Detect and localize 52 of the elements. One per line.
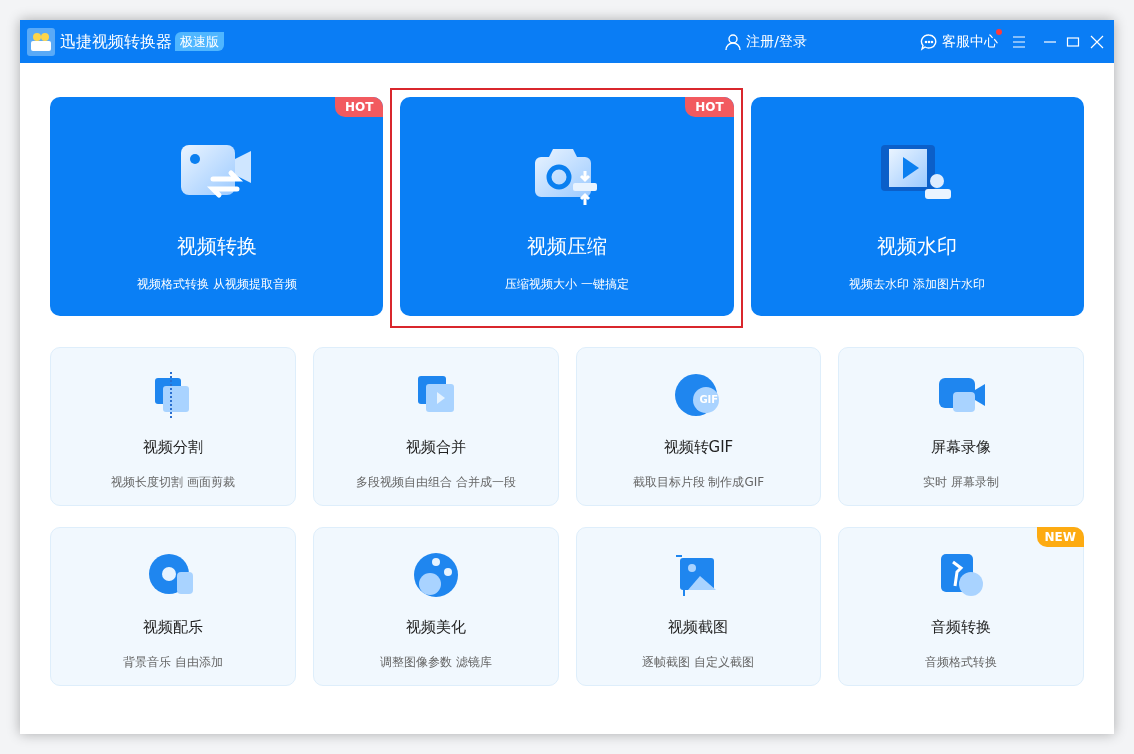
app-logo-icon (27, 27, 55, 56)
card-title: 视频合并 (405, 437, 466, 458)
tool-card[interactable]: GIF 视频转GIF 截取目标片段 制作成GIF (575, 347, 822, 506)
login-button[interactable]: 注册/登录 (724, 31, 807, 52)
card-subtitle: 视频格式转换 从视频提取音频 (136, 276, 297, 293)
feature-card[interactable]: 视频水印 视频去水印 添加图片水印 (750, 97, 1084, 316)
card-subtitle: 实时 屏幕录制 (923, 473, 1000, 491)
tool-card[interactable]: NEW 音频转换 音频格式转换 (838, 527, 1084, 686)
new-badge: NEW (1036, 527, 1084, 547)
tool-card[interactable]: 视频美化 调整图像参数 滤镜库 (312, 527, 559, 686)
tool-card[interactable]: 视频分割 视频长度切割 画面剪裁 (50, 347, 296, 506)
menu-icon (1012, 34, 1026, 49)
user-icon (724, 32, 743, 51)
feature-card[interactable]: HOT 视频压缩 压缩视频大小 一键搞定 (400, 97, 734, 316)
card-subtitle: 视频去水印 添加图片水印 (849, 276, 986, 293)
maximize-icon (1066, 34, 1080, 49)
tool-card[interactable]: 视频配乐 背景音乐 自由添加 (50, 527, 296, 686)
app-title: 迅捷视频转换器 (60, 30, 172, 53)
card-subtitle: 音频格式转换 (925, 653, 998, 671)
card-title: 视频水印 (877, 233, 958, 260)
maximize-button[interactable] (1066, 34, 1080, 49)
close-icon (1090, 34, 1104, 49)
tool-card[interactable]: 视频合并 多段视频自由组合 合并成一段 (312, 347, 559, 506)
feature-card[interactable]: HOT 视频转换 视频格式转换 从视频提取音频 (50, 97, 384, 316)
tool-card[interactable]: 视频截图 逐帧截图 自定义截图 (575, 527, 822, 686)
card-subtitle: 压缩视频大小 一键搞定 (505, 276, 629, 293)
card-subtitle: 背景音乐 自由添加 (122, 653, 223, 671)
icon-label: GIF (699, 393, 719, 407)
card-title: 视频转换 (176, 233, 257, 260)
hot-badge: HOT (334, 97, 384, 117)
support-button[interactable]: 客服中心 (920, 31, 998, 52)
card-subtitle: 截取目标片段 制作成GIF (632, 473, 765, 491)
tool-card[interactable]: 屏幕录像 实时 屏幕录制 (838, 347, 1084, 506)
card-title: 视频压缩 (527, 233, 607, 260)
card-subtitle: 视频长度切割 画面剪裁 (110, 473, 235, 491)
card-title: 视频美化 (405, 617, 466, 638)
close-button[interactable] (1090, 34, 1104, 49)
edition-badge: 极速版 (175, 31, 224, 52)
card-title: 视频转GIF (663, 437, 734, 458)
card-title: 屏幕录像 (931, 437, 992, 458)
card-title: 视频配乐 (142, 617, 203, 638)
minimize-icon (1044, 40, 1056, 43)
chat-icon (920, 32, 938, 51)
card-subtitle: 调整图像参数 滤镜库 (379, 653, 492, 671)
menu-button[interactable] (1012, 34, 1026, 49)
hot-badge: HOT (685, 97, 734, 117)
minimize-button[interactable] (1044, 40, 1056, 43)
card-subtitle: 多段视频自由组合 合并成一段 (355, 473, 516, 491)
card-title: 视频分割 (142, 437, 203, 458)
card-title: 视频截图 (668, 617, 729, 638)
card-title: 音频转换 (931, 617, 992, 638)
card-subtitle: 逐帧截图 自定义截图 (642, 653, 755, 671)
